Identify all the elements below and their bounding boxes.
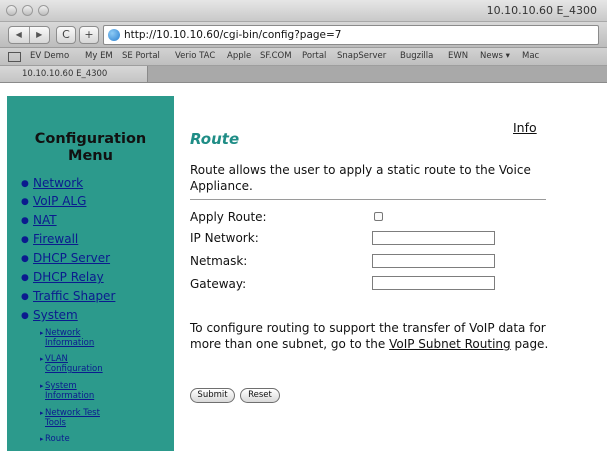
submit-button[interactable]: Submit (190, 388, 235, 403)
bookmark-item[interactable]: Portal (302, 51, 326, 61)
bookmark-item[interactable]: My EM (85, 51, 113, 61)
reload-button[interactable]: C (56, 26, 76, 44)
bullet-icon: ● (21, 292, 29, 302)
menu-item-label[interactable]: DHCP Server (33, 251, 110, 265)
divider (190, 199, 546, 200)
bookmark-item[interactable]: Mac (522, 51, 539, 61)
close-window-button[interactable] (6, 5, 17, 16)
apply-route-checkbox[interactable] (374, 212, 383, 221)
window-titlebar: 10.10.10.60 E_4300 (0, 0, 607, 22)
menu-item-dhcp-server[interactable]: ● DHCP Server (21, 251, 110, 265)
menu-item-label[interactable]: System (33, 308, 78, 322)
arrow-icon: ▸ (40, 435, 44, 443)
menu-item-nat[interactable]: ● NAT (21, 213, 57, 227)
add-bookmark-button[interactable]: + (79, 26, 99, 44)
menu-item-dhcp-relay[interactable]: ● DHCP Relay (21, 270, 104, 284)
menu-item-label[interactable]: Traffic Shaper (33, 289, 115, 303)
submenu-item-system-information[interactable]: ▸ System Information (40, 381, 145, 401)
config-menu-sidebar: Configuration Menu ● Network ● VoIP ALG ● N… (7, 96, 174, 451)
menu-item-voip-alg[interactable]: ● VoIP ALG (21, 194, 86, 208)
info-link[interactable]: Info (513, 120, 537, 135)
zoom-window-button[interactable] (38, 5, 49, 16)
minimize-window-button[interactable] (22, 5, 33, 16)
arrow-icon: ▸ (40, 409, 44, 417)
page-description: Route allows the user to apply a static … (190, 163, 531, 193)
menu-item-network[interactable]: ● Network (21, 176, 83, 190)
submenu-label-line2[interactable]: Tools (45, 418, 145, 428)
submenu-item-network-information[interactable]: ▸ Network Information (40, 328, 145, 348)
bullet-icon: ● (21, 216, 29, 226)
routing-note: To configure routing to support the tran… (190, 320, 560, 352)
bookmarks-book-icon[interactable] (8, 52, 21, 62)
reset-button[interactable]: Reset (240, 388, 280, 403)
bullet-icon: ● (21, 254, 29, 264)
bookmark-item[interactable]: Apple (227, 51, 251, 61)
browser-toolbar: ◀ ▶ C + http://10.10.10.60/cgi-bin/confi… (0, 22, 607, 48)
bookmark-item[interactable]: EV Demo (30, 51, 69, 61)
menu-item-label[interactable]: NAT (33, 213, 57, 227)
arrow-icon: ▸ (40, 329, 44, 337)
window-title: 10.10.10.60 E_4300 (486, 4, 597, 17)
menu-title: Configuration Menu (7, 131, 174, 165)
menu-title-line1: Configuration (34, 131, 147, 147)
tab-bar: 10.10.10.60 E_4300 (0, 66, 607, 83)
forward-icon[interactable]: ▶ (28, 27, 50, 43)
window-controls (6, 5, 49, 16)
address-text[interactable]: http://10.10.10.60/cgi-bin/config?page=7 (124, 29, 342, 41)
bookmark-item[interactable]: SnapServer (337, 51, 386, 61)
bullet-icon: ● (21, 197, 29, 207)
bookmarks-bar: EV Demo My EM SE Portal Verio TAC Apple … (0, 48, 607, 66)
voip-subnet-routing-link[interactable]: VoIP Subnet Routing (389, 337, 511, 351)
submenu-label-line1[interactable]: System (45, 381, 145, 391)
menu-title-line2: Menu (68, 148, 113, 164)
gateway-field[interactable] (372, 276, 495, 290)
netmask-label: Netmask: (190, 254, 248, 268)
submenu-label-line2[interactable]: Information (45, 338, 145, 348)
bullet-icon: ● (21, 311, 29, 321)
address-bar[interactable]: http://10.10.10.60/cgi-bin/config?page=7 (103, 25, 599, 45)
bookmark-item[interactable]: Verio TAC (175, 51, 215, 61)
menu-item-label[interactable]: Network (33, 176, 83, 190)
submenu-label-line2[interactable]: Information (45, 391, 145, 401)
menu-item-label[interactable]: Firewall (33, 232, 78, 246)
menu-item-label[interactable]: VoIP ALG (33, 194, 86, 208)
menu-item-label[interactable]: DHCP Relay (33, 270, 104, 284)
ip-network-field[interactable] (372, 231, 495, 245)
menu-item-firewall[interactable]: ● Firewall (21, 232, 78, 246)
bookmark-item[interactable]: EWN (448, 51, 468, 61)
nav-buttons: ◀ ▶ (8, 26, 50, 44)
routing-note-suffix: page. (510, 337, 549, 351)
arrow-icon: ▸ (40, 355, 44, 363)
apply-route-label: Apply Route: (190, 210, 267, 224)
bookmark-item[interactable]: SF.COM (260, 51, 292, 61)
submenu-label-line2[interactable]: Configuration (45, 364, 145, 374)
submenu-item-network-test-tools[interactable]: ▸ Network Test Tools (40, 408, 145, 428)
bookmark-item[interactable]: News ▾ (480, 51, 510, 61)
tab-current[interactable]: 10.10.10.60 E_4300 (0, 66, 148, 82)
page-viewport: Configuration Menu ● Network ● VoIP ALG ● N… (0, 84, 607, 451)
gateway-label: Gateway: (190, 277, 247, 291)
menu-item-traffic-shaper[interactable]: ● Traffic Shaper (21, 289, 115, 303)
submenu-item-route-current[interactable]: ▸ Route (40, 434, 145, 444)
netmask-field[interactable] (372, 254, 495, 268)
arrow-icon: ▸ (40, 382, 44, 390)
back-icon[interactable]: ◀ (9, 27, 29, 43)
main-content: Info Route Route allows the user to appl… (190, 84, 600, 451)
submenu-item-vlan-configuration[interactable]: ▸ VLAN Configuration (40, 354, 145, 374)
page-title: Route (190, 130, 240, 148)
bullet-icon: ● (21, 273, 29, 283)
submenu-label-current: Route (45, 434, 70, 444)
submenu-label-line1[interactable]: Network (45, 328, 145, 338)
bullet-icon: ● (21, 235, 29, 245)
bullet-icon: ● (21, 179, 29, 189)
bookmark-item[interactable]: Bugzilla (400, 51, 433, 61)
menu-item-system[interactable]: ● System (21, 308, 78, 322)
submenu-label-line1[interactable]: VLAN (45, 354, 145, 364)
bookmark-item[interactable]: SE Portal (122, 51, 160, 61)
submenu-label-line1[interactable]: Network Test (45, 408, 145, 418)
globe-icon (108, 29, 120, 41)
ip-network-label: IP Network: (190, 231, 259, 245)
